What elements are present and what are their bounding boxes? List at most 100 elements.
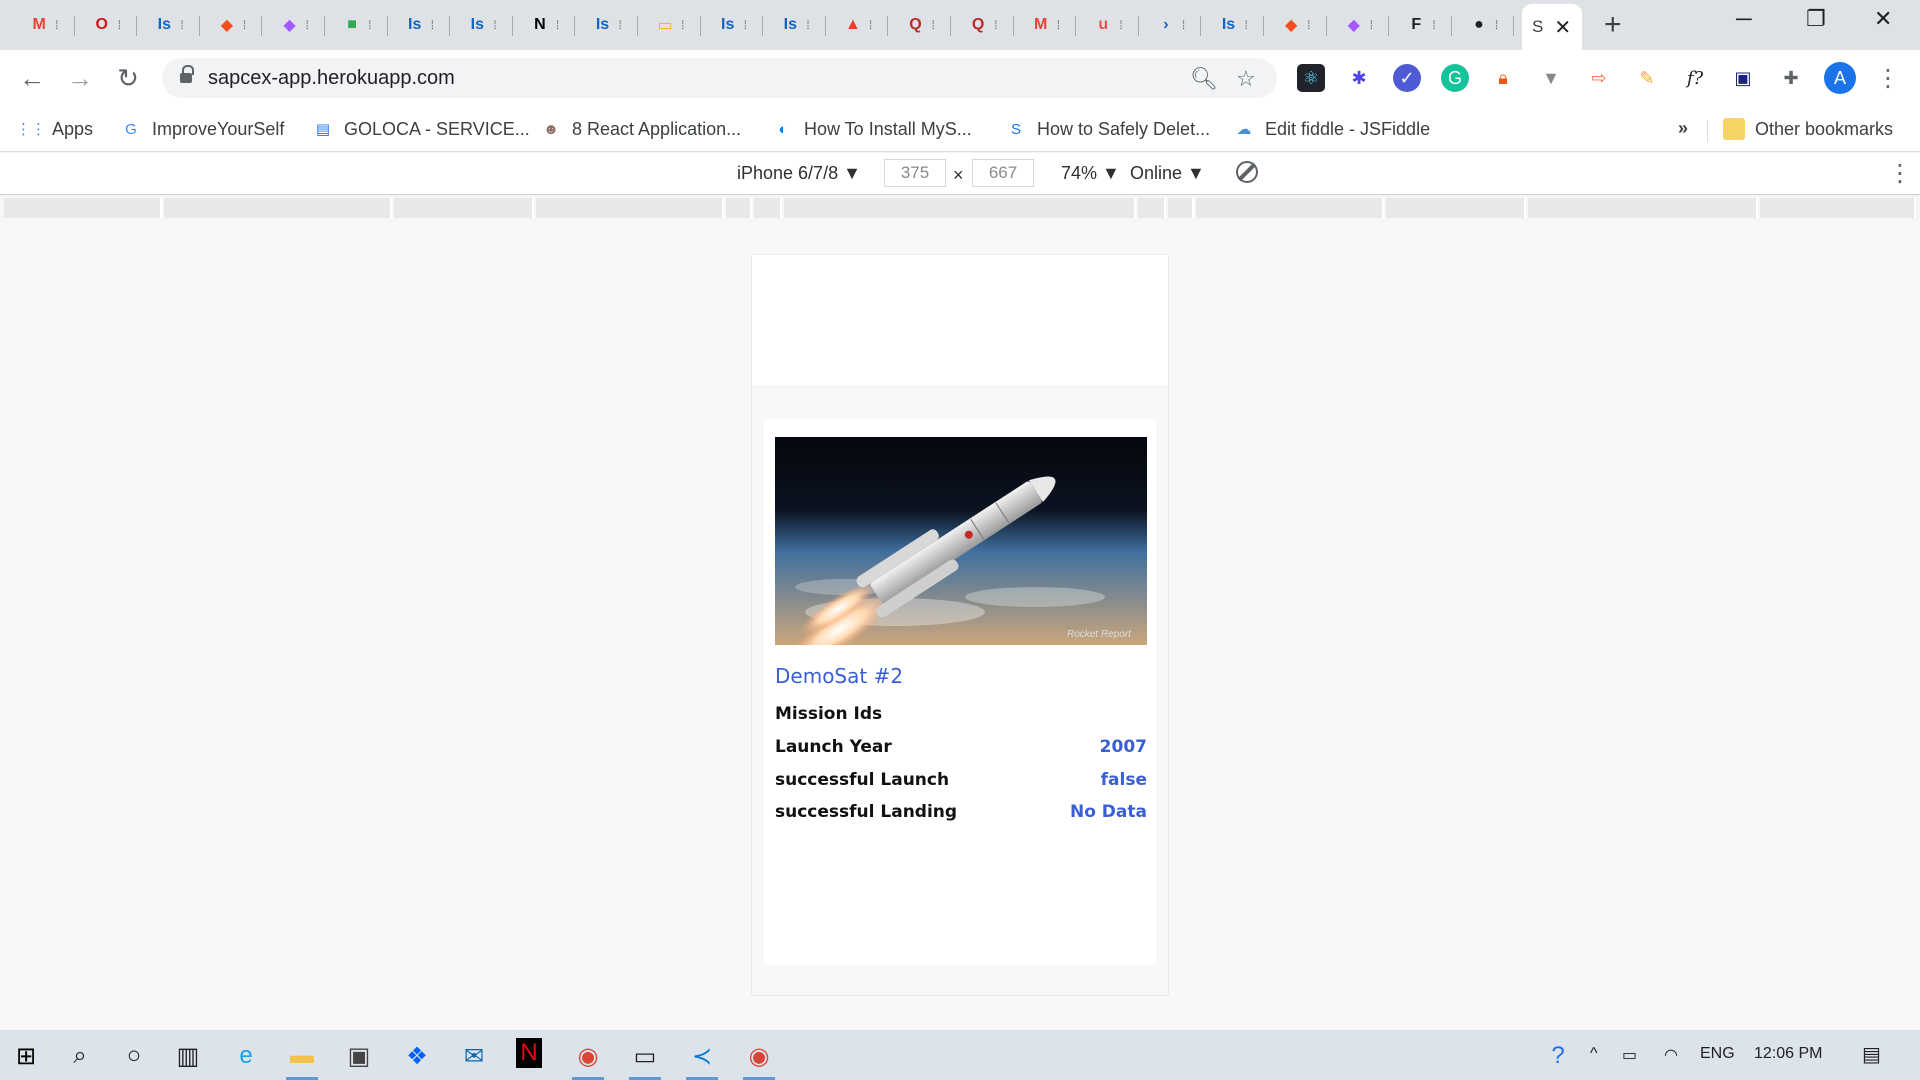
browser-tab[interactable]: Is ⁞ [137, 6, 200, 44]
successful-landing-value: No Data [1069, 802, 1147, 822]
chevron-up-icon[interactable]: ^ [1590, 1045, 1598, 1063]
browser-tab[interactable]: ● ⁞ [1452, 6, 1515, 44]
browser-tab[interactable]: Is ⁞ [1201, 6, 1264, 44]
throttling-select[interactable]: Online ▼ [1130, 163, 1205, 184]
back-button[interactable]: ← [16, 62, 48, 94]
new-tab-button[interactable]: + [1604, 8, 1622, 42]
forward-button[interactable]: → [64, 62, 96, 94]
terminal-icon[interactable]: ▭ [627, 1038, 663, 1080]
browser-tab[interactable]: Is ⁞ [388, 6, 451, 44]
screen-recorder-icon[interactable]: ▣ [1729, 64, 1757, 92]
width-input[interactable]: 375 [884, 159, 946, 187]
mail-icon[interactable]: ✉ [456, 1038, 492, 1074]
language-indicator[interactable]: ENG [1700, 1045, 1735, 1063]
minimize-button[interactable]: ─ [1736, 6, 1752, 32]
profile-avatar[interactable]: A [1824, 62, 1856, 94]
vscode-icon[interactable]: ≺ [684, 1038, 720, 1080]
tab-separator [1513, 16, 1515, 36]
bookmark-item[interactable]: S How to Safely Delet... [1005, 115, 1210, 143]
tab-title-fragment: ⁞ [618, 18, 622, 32]
address-bar[interactable]: sapcex-app.herokuapp.com 🔍︎ ☆ [162, 58, 1277, 98]
browser-tab[interactable]: Is ⁞ [575, 6, 638, 44]
netflix-icon[interactable]: N [516, 1038, 542, 1068]
browser-tab[interactable]: F ⁞ [1389, 6, 1452, 44]
tab-title-fragment: ⁞ [555, 18, 560, 32]
chrome-icon[interactable]: ◉ [570, 1038, 606, 1080]
bookmark-star-icon[interactable]: ☆ [1236, 66, 1256, 92]
bookmark-item[interactable]: ☻ 8 React Application... [540, 115, 741, 143]
tab-active[interactable]: S ✕ [1522, 4, 1582, 50]
search-icon[interactable]: ⌕ [62, 1038, 98, 1074]
restore-button[interactable]: ❐ [1806, 6, 1826, 32]
url-text[interactable]: sapcex-app.herokuapp.com [208, 67, 455, 90]
windows-taskbar: ⊞ ⌕ ○ ▥ e ▬ ▣ ❖ ✉ N ◉ ▭ ≺ ◉ ? ^ ▭ ◠ ENG … [0, 1030, 1920, 1080]
tab-title-fragment: ⁞ [931, 18, 935, 32]
battery-icon[interactable]: ▭ [1622, 1045, 1637, 1065]
store-icon[interactable]: ▣ [341, 1038, 377, 1074]
extension-lock-icon[interactable]: 🔒︎ [1489, 64, 1517, 92]
bookmark-item[interactable]: ☁ Edit fiddle - JSFiddle [1233, 115, 1431, 143]
browser-tab[interactable]: › ⁞ [1139, 6, 1202, 44]
browser-tab[interactable]: ◆ ⁞ [200, 6, 263, 44]
extensions-puzzle-icon[interactable]: ✚ [1777, 64, 1805, 92]
mission-name[interactable]: DemoSat #2 [775, 664, 903, 688]
help-icon[interactable]: ? [1540, 1038, 1576, 1074]
bookmark-item[interactable]: G ImproveYourSelf [120, 115, 284, 143]
browser-tab[interactable]: ▭ ⁞ [638, 6, 701, 44]
browser-tab[interactable]: ▲ ⁞ [826, 6, 889, 44]
bookmarks-overflow-button[interactable]: » [1678, 118, 1688, 139]
edge-icon[interactable]: e [228, 1038, 264, 1074]
browser-tab[interactable]: M ⁞ [1014, 6, 1077, 44]
dropbox-icon[interactable]: ❖ [399, 1038, 435, 1074]
browser-tab[interactable]: ◆ ⁞ [262, 6, 325, 44]
extension-check-icon[interactable]: ✓ [1393, 64, 1421, 92]
bookmark-item[interactable]: ▤ GOLOCA - SERVICE... [312, 115, 530, 143]
browser-tab[interactable]: Q ⁞ [951, 6, 1014, 44]
chrome-menu-icon[interactable]: ⋮ [1872, 62, 1904, 94]
vue-devtools-icon[interactable]: ▼ [1537, 64, 1565, 92]
browser-tab[interactable]: ◆ ⁞ [1264, 6, 1327, 44]
browser-tab[interactable]: u ⁞ [1076, 6, 1139, 44]
grammarly-icon[interactable]: G [1441, 64, 1469, 92]
react-devtools-icon[interactable]: ⚛ [1297, 64, 1325, 92]
launch-card[interactable]: Rocket Report DemoSat #2 Mission Ids Lau… [764, 419, 1156, 965]
device-select[interactable]: iPhone 6/7/8 ▼ [737, 163, 861, 184]
lock-icon[interactable] [180, 65, 194, 85]
function-icon[interactable]: f? [1681, 64, 1709, 92]
height-input[interactable]: 667 [972, 159, 1034, 187]
file-explorer-icon[interactable]: ▬ [284, 1038, 320, 1080]
zoom-select[interactable]: 74% ▼ [1061, 163, 1120, 184]
device-toolbar-menu-icon[interactable]: ⋮ [1888, 159, 1912, 188]
extension-asterisk-icon[interactable]: ✱ [1345, 64, 1373, 92]
extension-arrow-icon[interactable]: ⇨ [1585, 64, 1613, 92]
browser-tab[interactable]: O ⁞ [75, 6, 138, 44]
rotate-icon[interactable] [1236, 161, 1258, 183]
close-icon[interactable]: ✕ [1554, 15, 1571, 40]
browser-tab[interactable]: ◆ ⁞ [1327, 6, 1390, 44]
zoom-icon[interactable]: 🔍︎ [1190, 66, 1218, 92]
bookmark-label: Apps [52, 118, 94, 139]
close-window-button[interactable]: ✕ [1874, 6, 1892, 32]
browser-tab[interactable]: ■ ⁞ [325, 6, 388, 44]
browser-tab[interactable]: M ⁞ [12, 6, 75, 44]
chrome-icon[interactable]: ◉ [741, 1038, 777, 1080]
reload-button[interactable]: ↻ [112, 62, 144, 94]
browser-tab[interactable]: N ⁞ [513, 6, 576, 44]
translate-icon: G [125, 120, 137, 138]
notifications-icon[interactable]: ▤ [1862, 1042, 1881, 1067]
task-view-icon[interactable]: ▥ [170, 1038, 206, 1074]
wifi-icon[interactable]: ◠ [1664, 1045, 1678, 1065]
media-query-bar[interactable] [0, 196, 1920, 222]
extension-pencil-icon[interactable]: ✎ [1633, 64, 1661, 92]
gitlab-icon: ▲ [845, 16, 861, 33]
windows-start-icon[interactable]: ⊞ [8, 1038, 44, 1074]
browser-tab[interactable]: Is ⁞ [763, 6, 826, 44]
browser-tab[interactable]: Is ⁞ [450, 6, 513, 44]
clock[interactable]: 12:06 PM [1754, 1045, 1822, 1063]
other-bookmarks[interactable]: Other bookmarks [1723, 115, 1893, 143]
bookmark-item[interactable]: ⋮⋮ Apps [16, 115, 94, 143]
browser-tab[interactable]: Q ⁞ [888, 6, 951, 44]
cortana-icon[interactable]: ○ [116, 1038, 152, 1074]
browser-tab[interactable]: Is ⁞ [701, 6, 764, 44]
bookmark-item[interactable]: ◐ How To Install MyS... [772, 115, 971, 143]
